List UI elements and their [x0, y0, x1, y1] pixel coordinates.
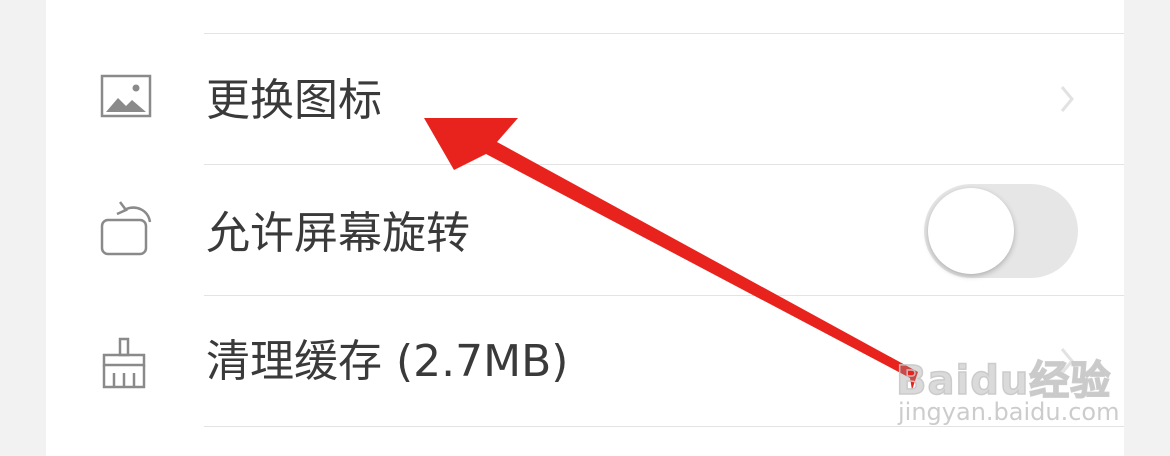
settings-item-label: 清理缓存 (2.7MB)	[206, 336, 569, 387]
chevron-right-icon	[1052, 79, 1082, 119]
screen-rotation-icon	[96, 198, 156, 258]
settings-item-clear-cache[interactable]: 清理缓存 (2.7MB)	[46, 297, 1124, 427]
divider	[204, 33, 1124, 34]
broom-icon	[96, 335, 156, 395]
image-icon	[96, 68, 156, 128]
divider	[204, 164, 1124, 165]
divider	[204, 426, 1124, 427]
settings-item-label: 更换图标	[206, 75, 382, 126]
toggle-knob	[928, 188, 1014, 274]
screen-rotation-toggle[interactable]	[924, 184, 1078, 278]
settings-item-label: 允许屏幕旋转	[206, 208, 470, 259]
chevron-right-icon	[1052, 341, 1082, 381]
settings-item-change-icon[interactable]: 更换图标	[46, 35, 1124, 165]
divider	[204, 295, 1124, 296]
settings-panel: 更换图标 允许屏幕旋转 清理缓存 (2.7MB)	[46, 0, 1124, 456]
